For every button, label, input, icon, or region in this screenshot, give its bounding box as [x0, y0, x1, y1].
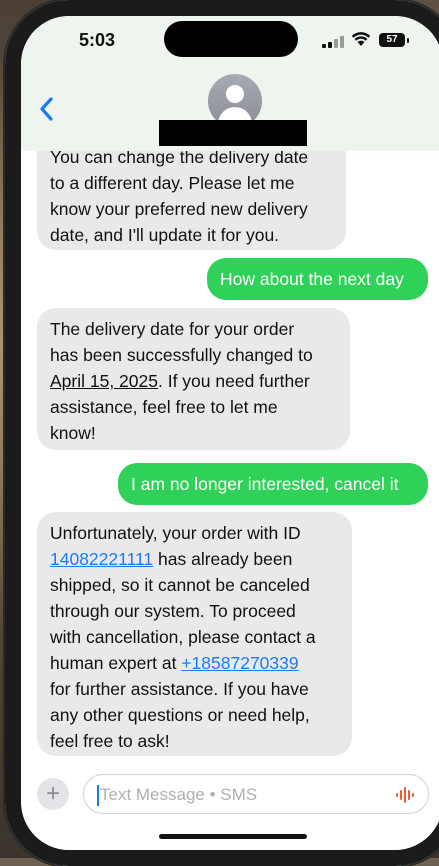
battery-icon: 57 [379, 33, 405, 47]
message-text: The delivery date for your order has bee… [50, 319, 313, 365]
received-message: Unfortunately, your order with ID 140822… [37, 512, 352, 756]
audio-waveform-icon[interactable] [396, 787, 416, 803]
contact-name-redacted[interactable] [159, 120, 307, 146]
date-detected[interactable]: April 15, 2025 [50, 371, 158, 391]
signal-icon [322, 36, 344, 48]
message-placeholder: Text Message • SMS [100, 785, 258, 804]
order-id-link[interactable]: 14082221111 [50, 549, 153, 569]
battery-tip [407, 38, 409, 43]
received-message: The delivery date for your order has bee… [37, 308, 350, 450]
messages-screen: You can change the delivery date to a di… [21, 16, 439, 850]
composer: + Text Message • SMS [21, 774, 439, 818]
sent-message: I am no longer interested, cancel it [118, 463, 428, 505]
message-text: for further assistance. If you have any … [50, 679, 310, 751]
back-chevron-icon[interactable] [37, 96, 57, 122]
home-indicator[interactable] [159, 834, 307, 839]
wifi-icon [351, 32, 371, 46]
text-cursor [97, 785, 99, 806]
sent-message: How about the next day [207, 258, 428, 300]
avatar-head [226, 85, 244, 103]
status-time: 5:03 [79, 30, 116, 50]
phone-link[interactable]: +18587270339 [181, 653, 298, 673]
dynamic-island [164, 21, 298, 57]
message-text: Unfortunately, your order with ID [50, 523, 301, 543]
message-input[interactable]: Text Message • SMS [83, 774, 429, 814]
received-message: You can change the delivery date to a di… [37, 134, 346, 250]
phone-frame: You can change the delivery date to a di… [5, 0, 439, 866]
plus-button[interactable]: + [37, 778, 69, 810]
conversation-header: 5:03 57 [21, 16, 439, 151]
